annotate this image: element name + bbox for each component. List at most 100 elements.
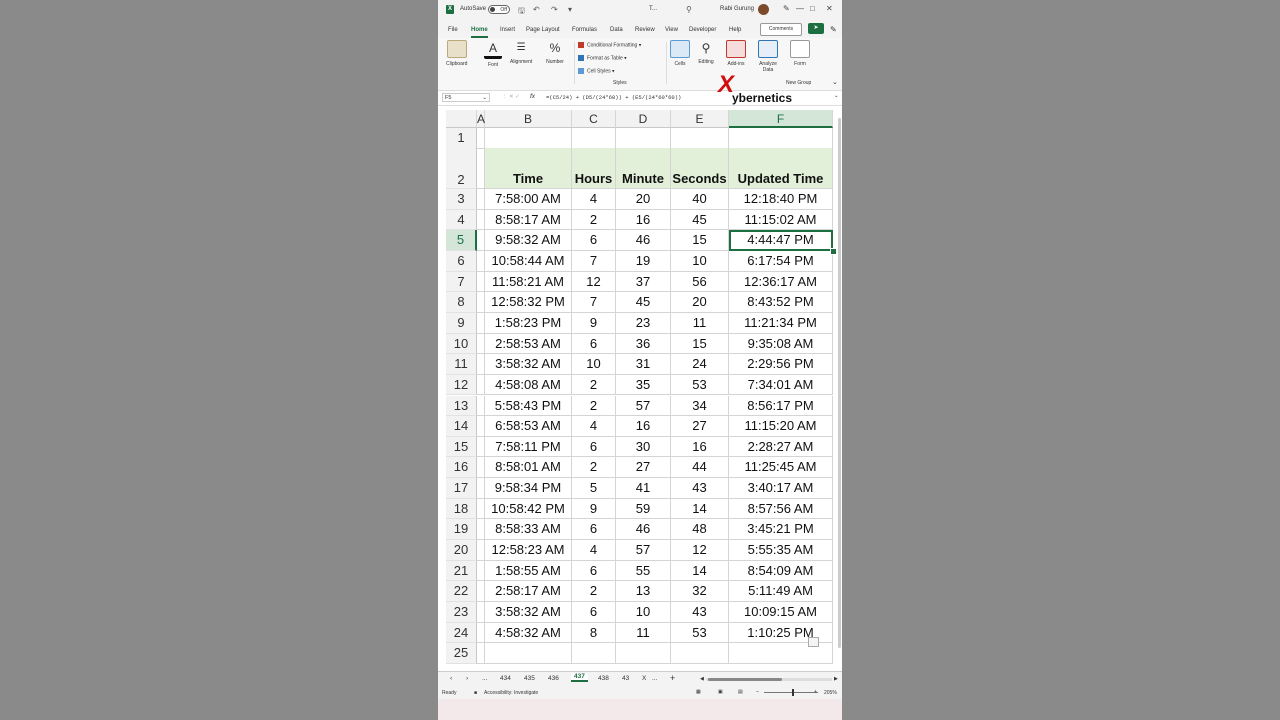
row-header-12[interactable]: 12 (446, 374, 477, 396)
menu-view[interactable]: View (665, 27, 678, 33)
row-header-5[interactable]: 5 (446, 230, 477, 251)
header-updated-time[interactable]: Updated Time (729, 148, 833, 189)
cell-minute-12[interactable]: 35 (616, 374, 671, 396)
cell-a16[interactable] (477, 457, 485, 479)
alignment-group[interactable]: ☰ Alignment (510, 40, 532, 65)
cell-a15[interactable] (477, 436, 485, 458)
cell-a3[interactable] (477, 189, 485, 210)
cell-a24[interactable] (477, 622, 485, 644)
row-header-9[interactable]: 9 (446, 312, 477, 334)
page-break-view-icon[interactable]: ▤ (738, 689, 743, 695)
cell-hours-21[interactable]: 6 (572, 560, 616, 582)
cell-seconds-14[interactable]: 27 (671, 416, 729, 437)
header-time[interactable]: Time (485, 148, 572, 189)
cell-minute-7[interactable]: 37 (616, 271, 671, 293)
cell-seconds-15[interactable]: 16 (671, 436, 729, 458)
cell-minute-11[interactable]: 31 (616, 354, 671, 375)
zoom-slider[interactable] (764, 689, 818, 696)
cell-seconds-11[interactable]: 24 (671, 354, 729, 375)
cell-updated-time-23[interactable]: 10:09:15 AM (729, 602, 833, 623)
zoom-slider-thumb[interactable] (792, 689, 794, 696)
cell-seconds-23[interactable]: 43 (671, 602, 729, 623)
cell-hours-7[interactable]: 12 (572, 271, 616, 293)
cell-hours-12[interactable]: 2 (572, 374, 616, 396)
cell-minute-17[interactable]: 41 (616, 478, 671, 499)
cell-time-15[interactable]: 7:58:11 PM (485, 436, 572, 458)
cell-time-17[interactable]: 9:58:34 PM (485, 478, 572, 499)
menu-file[interactable]: File (448, 27, 458, 33)
menu-formulas[interactable]: Formulas (572, 27, 597, 33)
cell-e25[interactable] (671, 643, 729, 664)
row-header-22[interactable]: 22 (446, 581, 477, 602)
cell-updated-time-8[interactable]: 8:43:52 PM (729, 292, 833, 313)
cell-a7[interactable] (477, 271, 485, 293)
cell-minute-13[interactable]: 57 (616, 395, 671, 417)
sheet-tab-438[interactable]: 438 (598, 675, 609, 682)
cell-time-10[interactable]: 2:58:53 AM (485, 333, 572, 355)
row-header-1[interactable]: 1 (446, 128, 477, 149)
cell-hours-17[interactable]: 5 (572, 478, 616, 499)
cell-c25[interactable] (572, 643, 616, 664)
cell-a18[interactable] (477, 498, 485, 520)
cell-seconds-21[interactable]: 14 (671, 560, 729, 582)
sheet-tab-437[interactable]: 437 (571, 673, 588, 682)
cell-seconds-9[interactable]: 11 (671, 312, 729, 334)
menu-data[interactable]: Data (610, 27, 623, 33)
cell-time-22[interactable]: 2:58:17 AM (485, 581, 572, 602)
ribbon-options-icon[interactable]: ✎ (830, 25, 837, 34)
form-group[interactable]: Form (790, 40, 810, 67)
row-header-19[interactable]: 19 (446, 519, 477, 541)
cell-updated-time-4[interactable]: 11:15:02 AM (729, 209, 833, 231)
scroll-right-icon[interactable]: ▶ (834, 676, 838, 682)
cell-minute-4[interactable]: 16 (616, 209, 671, 231)
cell-seconds-10[interactable]: 15 (671, 333, 729, 355)
cell-a17[interactable] (477, 478, 485, 499)
cell-updated-time-10[interactable]: 9:35:08 AM (729, 333, 833, 355)
row-header-24[interactable]: 24 (446, 622, 477, 644)
cell-updated-time-7[interactable]: 12:36:17 AM (729, 271, 833, 293)
vertical-scrollbar[interactable] (838, 118, 841, 648)
sheet-tab-x[interactable]: X (642, 675, 646, 682)
sheet-tab-436[interactable]: 436 (548, 675, 559, 682)
cell-minute-22[interactable]: 13 (616, 581, 671, 602)
cell-a13[interactable] (477, 395, 485, 417)
macro-record-icon[interactable]: ■ (474, 690, 477, 696)
column-header-b[interactable]: B (485, 110, 572, 128)
cell-updated-time-11[interactable]: 2:29:56 PM (729, 354, 833, 375)
cell-time-11[interactable]: 3:58:32 AM (485, 354, 572, 375)
cell-updated-time-13[interactable]: 8:56:17 PM (729, 395, 833, 417)
cell-updated-time-5[interactable]: 4:44:47 PM (729, 230, 833, 251)
cell-hours-24[interactable]: 8 (572, 622, 616, 644)
row-header-16[interactable]: 16 (446, 457, 477, 479)
search-icon[interactable]: ⚲ (686, 5, 692, 14)
row-header-20[interactable]: 20 (446, 540, 477, 561)
row-header-8[interactable]: 8 (446, 292, 477, 313)
row-header-6[interactable]: 6 (446, 250, 477, 272)
more-sheets-button[interactable]: ... (482, 675, 487, 682)
addins-group[interactable]: Add-ins (726, 40, 746, 67)
cell-minute-5[interactable]: 46 (616, 230, 671, 251)
cell-minute-24[interactable]: 11 (616, 622, 671, 644)
cell-updated-time-20[interactable]: 5:55:35 AM (729, 540, 833, 561)
cell-seconds-8[interactable]: 20 (671, 292, 729, 313)
row-header-13[interactable]: 13 (446, 395, 477, 417)
cell-seconds-13[interactable]: 34 (671, 395, 729, 417)
cell-a12[interactable] (477, 374, 485, 396)
prev-sheet-icon[interactable]: ‹ (450, 675, 452, 682)
cell-seconds-16[interactable]: 44 (671, 457, 729, 479)
cell-a8[interactable] (477, 292, 485, 313)
share-button[interactable]: ➤ (808, 23, 824, 34)
cell-hours-15[interactable]: 6 (572, 436, 616, 458)
cell-f1[interactable] (729, 128, 833, 149)
cell-time-19[interactable]: 8:58:33 AM (485, 519, 572, 541)
cell-time-24[interactable]: 4:58:32 AM (485, 622, 572, 644)
header-hours[interactable]: Hours (572, 148, 616, 189)
cell-a19[interactable] (477, 519, 485, 541)
cell-updated-time-15[interactable]: 2:28:27 AM (729, 436, 833, 458)
cell-time-13[interactable]: 5:58:43 PM (485, 395, 572, 417)
cell-seconds-24[interactable]: 53 (671, 622, 729, 644)
cell-time-7[interactable]: 11:58:21 AM (485, 271, 572, 293)
menu-review[interactable]: Review (635, 27, 655, 33)
menu-insert[interactable]: Insert (500, 27, 515, 33)
cell-updated-time-12[interactable]: 7:34:01 AM (729, 374, 833, 396)
